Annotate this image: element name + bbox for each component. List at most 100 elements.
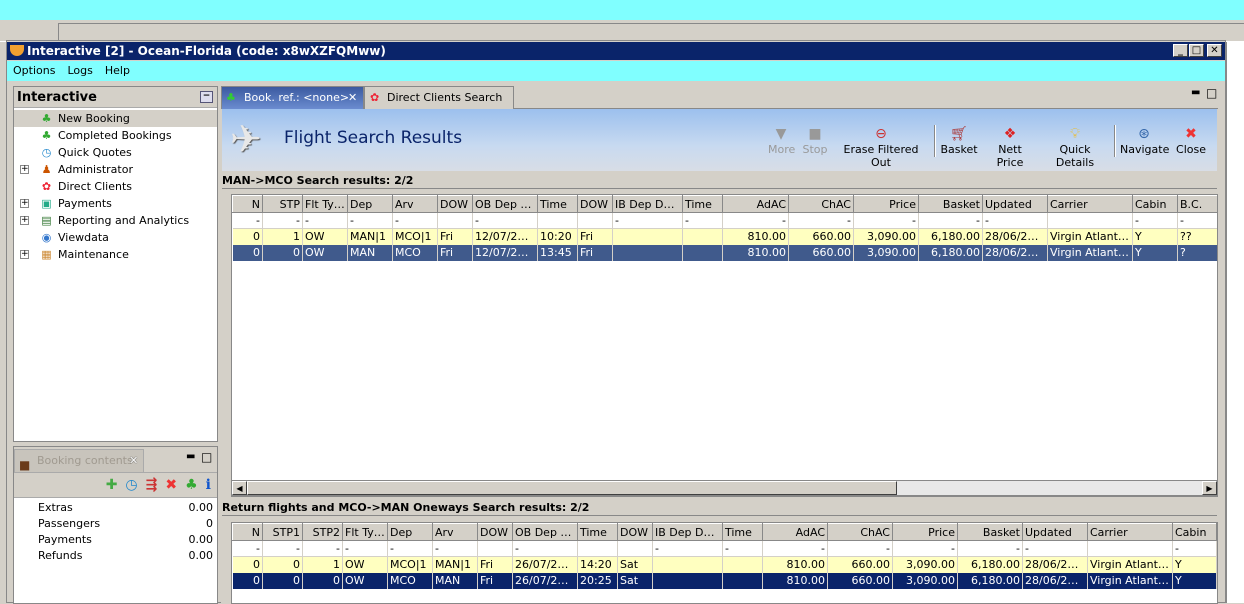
column-header[interactable]: IB Dep Date bbox=[612, 195, 683, 213]
filter-cell[interactable]: - bbox=[1132, 212, 1178, 229]
filter-cell[interactable]: - bbox=[302, 212, 348, 229]
expand-icon[interactable]: + bbox=[20, 250, 29, 259]
tree-item[interactable]: + ▣ Payments bbox=[14, 195, 217, 212]
column-header[interactable]: OB Dep D... bbox=[472, 195, 538, 213]
tab-direct-clients-search[interactable]: ✿ Direct Clients Search bbox=[364, 86, 514, 109]
column-header[interactable]: DOW bbox=[437, 195, 473, 213]
tree-item[interactable]: + ▤ Reporting and Analytics bbox=[14, 212, 217, 229]
column-header[interactable]: ChAC bbox=[788, 195, 854, 213]
column-header[interactable]: Dep bbox=[347, 195, 393, 213]
column-header[interactable]: Price bbox=[892, 523, 958, 541]
column-header[interactable]: N bbox=[232, 523, 263, 541]
column-header[interactable]: DOW bbox=[577, 195, 613, 213]
stop-button[interactable]: ■ Stop bbox=[802, 125, 828, 156]
filter-cell[interactable]: - bbox=[232, 212, 263, 229]
tree-item[interactable]: + ♟ Administrator bbox=[14, 161, 217, 178]
column-header[interactable]: Flt Type bbox=[342, 523, 388, 541]
filter-cell[interactable]: - bbox=[387, 540, 433, 557]
add-icon[interactable]: ✚ bbox=[106, 477, 118, 493]
filter-cell[interactable]: - bbox=[612, 212, 683, 229]
minimize-button[interactable]: _ bbox=[1173, 44, 1188, 57]
tree-item[interactable]: + ▦ Maintenance bbox=[14, 246, 217, 263]
column-header[interactable]: Dep bbox=[387, 523, 433, 541]
filter-cell[interactable] bbox=[617, 540, 653, 557]
filter-cell[interactable]: - bbox=[918, 212, 983, 229]
filter-cell[interactable]: - bbox=[262, 540, 303, 557]
maximize-view-icon[interactable]: □ bbox=[1206, 86, 1217, 100]
horizontal-scrollbar[interactable]: ◀ ▶ bbox=[231, 480, 1218, 496]
table-row[interactable]: 0 0 OW MAN MCO Fri 12/07/2019 13:45 Fri 810.00 660… bbox=[232, 244, 1217, 261]
tree-item[interactable]: ◷ Quick Quotes bbox=[14, 144, 217, 161]
menu-options[interactable]: Options bbox=[7, 61, 61, 81]
table-row[interactable]: 0 0 0 OW MCO MAN Fri 26/07/2019 20:25 Sat 810.00 66… bbox=[232, 572, 1217, 589]
column-header[interactable]: Updated bbox=[1022, 523, 1088, 541]
scrollbar-thumb[interactable] bbox=[247, 481, 897, 495]
column-header[interactable]: Time bbox=[577, 523, 618, 541]
filter-cell[interactable] bbox=[577, 540, 618, 557]
more-button[interactable]: ▼ More bbox=[768, 125, 795, 156]
filter-cell[interactable]: - bbox=[722, 540, 763, 557]
column-header[interactable]: OB Dep D... bbox=[512, 523, 578, 541]
column-header[interactable]: STP bbox=[262, 195, 303, 213]
column-header[interactable]: Flt Type bbox=[302, 195, 348, 213]
expand-icon[interactable]: + bbox=[20, 199, 29, 208]
filter-cell[interactable]: - bbox=[432, 540, 478, 557]
close-window-button[interactable]: ✕ bbox=[1207, 44, 1222, 57]
filter-cell[interactable]: - bbox=[1022, 540, 1088, 557]
expand-icon[interactable]: + bbox=[20, 165, 29, 174]
tree-item[interactable]: ♣ Completed Bookings bbox=[14, 127, 217, 144]
filter-cell[interactable] bbox=[577, 212, 613, 229]
basket-transfer-icon[interactable]: ⇶ bbox=[146, 477, 158, 493]
minimize-view-icon[interactable]: ▬ bbox=[1191, 87, 1200, 98]
tree-item[interactable]: ◉ Viewdata bbox=[14, 229, 217, 246]
filter-cell[interactable]: - bbox=[1172, 540, 1217, 557]
column-header[interactable]: Cabin bbox=[1172, 523, 1217, 541]
column-header[interactable]: B.C. bbox=[1177, 195, 1217, 213]
filter-cell[interactable]: - bbox=[302, 540, 343, 557]
column-header[interactable]: Carrier bbox=[1047, 195, 1133, 213]
basket-button[interactable]: 🛒︎ Basket bbox=[940, 125, 978, 156]
scroll-right-icon[interactable]: ▶ bbox=[1202, 481, 1217, 495]
table-row[interactable]: 0 0 1 OW MCO|1 MAN|1 Fri 26/07/2019 14:20 Sat 810.… bbox=[232, 556, 1217, 573]
filter-cell[interactable]: - bbox=[722, 212, 789, 229]
filter-cell[interactable]: - bbox=[347, 212, 393, 229]
tab-booking[interactable]: ♣ Book. ref.: <none> ✕ bbox=[221, 86, 364, 109]
column-header[interactable]: ChAC bbox=[827, 523, 893, 541]
column-header[interactable]: Basket bbox=[918, 195, 983, 213]
column-header[interactable]: DOW bbox=[477, 523, 513, 541]
palm-tree-icon[interactable]: ♣ bbox=[185, 477, 198, 493]
close-tab-icon[interactable]: ✕ bbox=[129, 450, 138, 472]
column-header[interactable]: IB Dep Date bbox=[652, 523, 723, 541]
filter-cell[interactable] bbox=[477, 540, 513, 557]
column-header[interactable]: Basket bbox=[957, 523, 1023, 541]
filter-cell[interactable]: - bbox=[232, 540, 263, 557]
column-header[interactable]: DOW bbox=[617, 523, 653, 541]
filter-cell[interactable]: - bbox=[512, 540, 578, 557]
filter-cell[interactable]: - bbox=[342, 540, 388, 557]
filter-cell[interactable]: - bbox=[853, 212, 919, 229]
menu-logs[interactable]: Logs bbox=[61, 61, 98, 81]
filter-cell[interactable] bbox=[1087, 540, 1173, 557]
filter-cell[interactable] bbox=[437, 212, 473, 229]
filter-cell[interactable]: - bbox=[762, 540, 828, 557]
close-button[interactable]: ✖ Close bbox=[1174, 125, 1208, 156]
table-row[interactable]: 0 1 OW MAN|1 MCO|1 Fri 12/07/2019 10:20 Fri 810.0… bbox=[232, 228, 1217, 245]
expand-icon[interactable]: + bbox=[20, 216, 29, 225]
column-header[interactable]: AdAC bbox=[722, 195, 789, 213]
filter-cell[interactable]: - bbox=[392, 212, 438, 229]
column-header[interactable]: Time bbox=[722, 523, 763, 541]
filter-cell[interactable]: - bbox=[682, 212, 723, 229]
filter-cell[interactable]: - bbox=[1177, 212, 1217, 229]
delete-icon[interactable]: ✖ bbox=[165, 477, 177, 493]
quick-details-button[interactable]: 💡︎ Quick Details bbox=[1042, 125, 1108, 169]
erase-filtered-out-button[interactable]: ⊖ Erase Filtered Out bbox=[836, 125, 926, 169]
filter-cell[interactable]: - bbox=[262, 212, 303, 229]
column-header[interactable]: Updated bbox=[982, 195, 1048, 213]
column-header[interactable]: Arv bbox=[432, 523, 478, 541]
filter-cell[interactable]: - bbox=[827, 540, 893, 557]
column-header[interactable]: N bbox=[232, 195, 263, 213]
tab-booking-contents[interactable]: ■ Booking contents ✕ bbox=[14, 449, 144, 472]
filter-cell[interactable]: - bbox=[788, 212, 854, 229]
column-header[interactable]: Carrier bbox=[1087, 523, 1173, 541]
minimize-panel-icon[interactable]: ▬ bbox=[186, 451, 195, 462]
